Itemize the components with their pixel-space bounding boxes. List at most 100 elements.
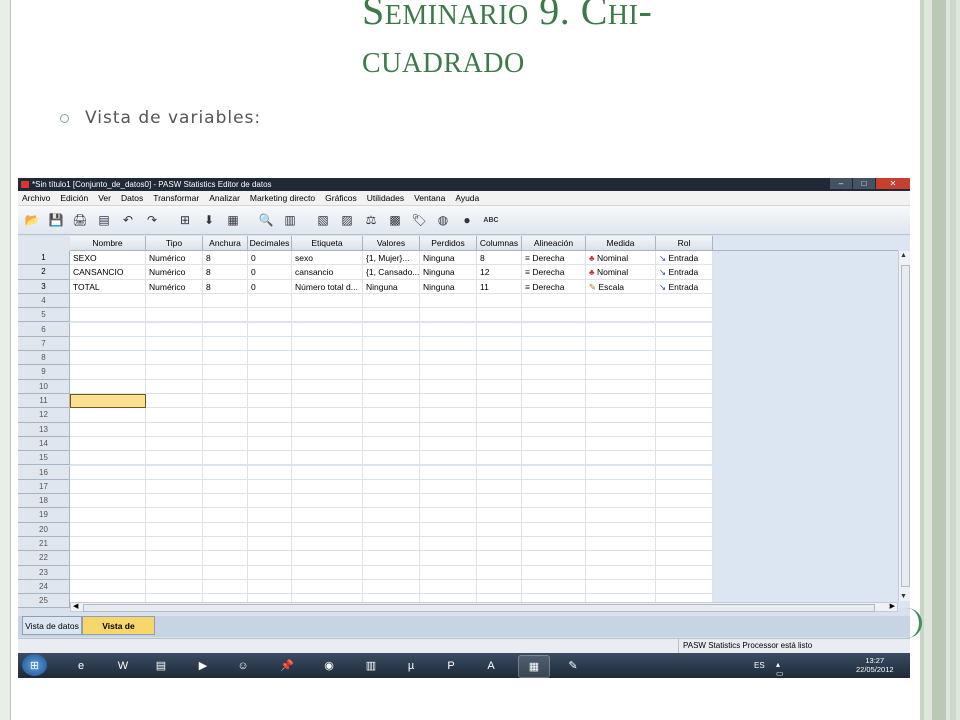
grid-cell[interactable] [70,494,146,509]
grid-cell[interactable] [420,308,477,323]
grid-cell[interactable] [248,565,292,580]
menu-item[interactable]: Datos [121,193,143,203]
grid-cell[interactable] [420,465,477,480]
grid-cell[interactable] [656,336,713,352]
column-header[interactable]: Columnas [477,236,522,251]
column-header[interactable]: Alineación [522,236,586,251]
grid-cell[interactable]: ✎ Escala [586,279,656,294]
row-header[interactable]: 1 [18,251,70,266]
pin-app-icon[interactable]: 📌 [272,655,302,676]
grid-cell[interactable] [420,551,477,566]
language-indicator[interactable]: ES [754,661,765,670]
grid-cell[interactable]: 0 [248,251,292,266]
grid-cell[interactable] [203,394,248,409]
row-header[interactable]: 22 [18,551,70,566]
maximize-button[interactable]: □ [853,178,875,189]
grid-cell[interactable] [203,551,248,566]
grid-cell[interactable] [146,436,203,452]
scroll-right-icon[interactable]: ▶ [890,602,895,610]
row-header[interactable]: 8 [18,351,70,366]
grid-cell[interactable] [586,365,656,380]
grid-cell[interactable] [522,479,586,495]
grid-cell[interactable] [203,451,248,466]
grid-cell[interactable] [477,465,522,480]
grid-cell[interactable] [292,351,363,366]
grid-cell[interactable] [146,293,203,309]
tab-variable-view[interactable]: Vista de variables [82,616,155,650]
close-button[interactable]: ✕ [876,178,910,189]
grid-cell[interactable]: ♣ Nominal [586,265,656,280]
grid-cell[interactable] [586,436,656,452]
grid-cell[interactable] [363,336,420,352]
powerpoint-icon[interactable]: P [436,655,466,676]
dialog-recall-icon[interactable]: ▤ [94,210,114,230]
grid-cell[interactable] [522,465,586,480]
grid-cell[interactable] [203,479,248,495]
grid-cell[interactable] [70,394,146,409]
pdf-reader-icon[interactable]: A [476,655,506,676]
insert-cases-icon[interactable]: ▥ [280,210,300,230]
redo-icon[interactable]: ↷ [142,210,162,230]
grid-cell[interactable] [292,565,363,580]
grid-cell[interactable] [203,293,248,309]
grid-cell[interactable] [292,365,363,380]
media-player-icon[interactable]: ▶ [188,655,218,676]
grid-cell[interactable]: cansancio [292,265,363,280]
grid-cell[interactable] [203,436,248,452]
grid-cell[interactable] [420,322,477,337]
grid-cell[interactable]: 8 [203,251,248,266]
grid-cell[interactable] [203,565,248,580]
horizontal-scrollbar[interactable]: ◀ ▶ [70,602,898,612]
print-icon[interactable]: 🖨 [70,210,90,230]
tray-icons[interactable]: ▴ ▭ ▥ ıl ◀) [776,660,791,678]
grid-cell[interactable] [656,422,713,437]
vertical-scrollbar[interactable]: ▲ ▼ [898,251,910,601]
messenger-icon[interactable]: ☺ [228,655,258,676]
grid-cell[interactable] [586,293,656,309]
grid-cell[interactable] [656,394,713,409]
grid-cell[interactable] [477,451,522,466]
grid-cell[interactable] [292,451,363,466]
grid-cell[interactable]: ≡ Derecha [522,251,586,266]
grid-cell[interactable] [248,494,292,509]
show-all-icon[interactable]: ● [457,210,477,230]
grid-cell[interactable] [248,293,292,309]
torrent-icon[interactable]: µ [396,655,426,676]
column-header[interactable]: Tipo [146,236,203,251]
row-header[interactable]: 20 [18,522,70,537]
minimize-button[interactable]: – [830,178,852,189]
grid-cell[interactable] [248,379,292,394]
grid-cell[interactable] [522,322,586,337]
grid-cell[interactable] [203,537,248,552]
grid-cell[interactable] [522,351,586,366]
grid-cell[interactable] [586,522,656,537]
grid-cell[interactable] [70,551,146,566]
row-header[interactable]: 16 [18,465,70,480]
grid-cell[interactable] [292,508,363,523]
grid-cell[interactable] [363,322,420,337]
grid-cell[interactable] [420,436,477,452]
grid-cell[interactable] [292,293,363,309]
grid-cell[interactable] [248,336,292,352]
grid-cell[interactable]: 8 [477,251,522,266]
grid-cell[interactable] [146,565,203,580]
menu-item[interactable]: Analizar [209,193,240,203]
grid-cell[interactable] [586,508,656,523]
grid-cell[interactable] [146,465,203,480]
grid-cell[interactable] [477,293,522,309]
grid-cell[interactable] [586,336,656,352]
grid-cell[interactable] [586,379,656,394]
grid-cell[interactable] [292,551,363,566]
grid-cell[interactable] [522,422,586,437]
grid-cell[interactable]: ≡ Derecha [522,279,586,294]
grid-cell[interactable] [248,365,292,380]
row-header[interactable]: 3 [18,279,70,294]
grid-cell[interactable] [363,565,420,580]
grid-cell[interactable] [292,479,363,495]
grid-cell[interactable] [363,522,420,537]
grid-cell[interactable] [420,479,477,495]
start-button-icon[interactable]: ⊞ [22,654,47,676]
row-header[interactable]: 23 [18,565,70,580]
grid-cell[interactable] [70,408,146,423]
row-header[interactable]: 21 [18,537,70,552]
